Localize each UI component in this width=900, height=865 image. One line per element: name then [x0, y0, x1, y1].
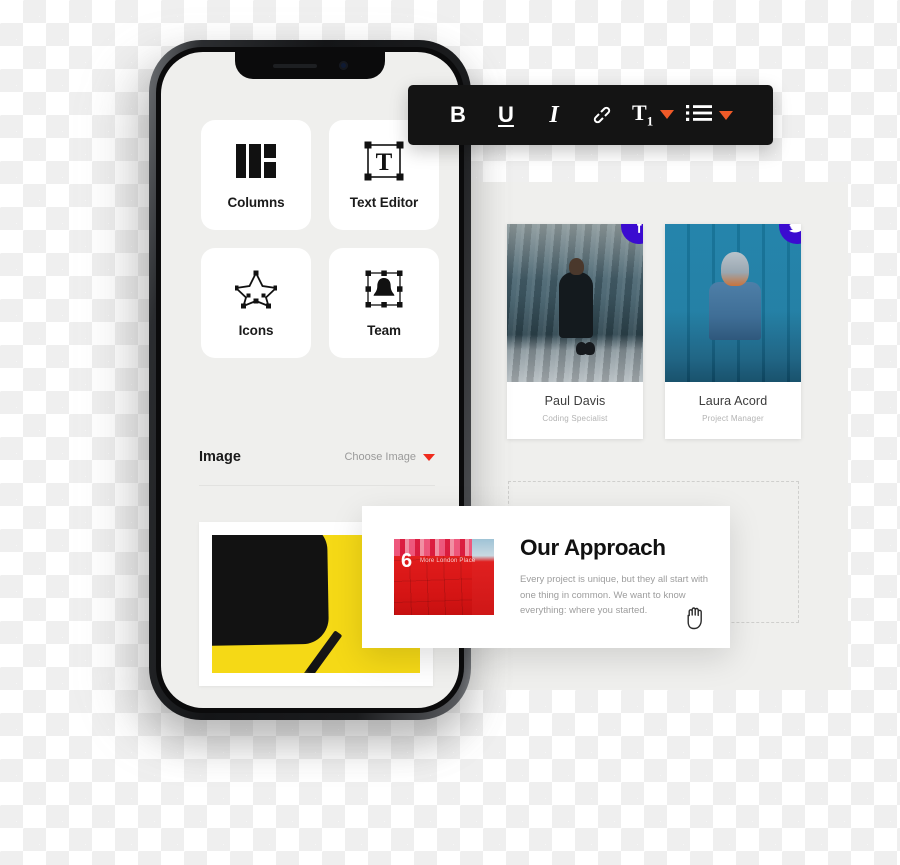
link-icon[interactable] — [578, 93, 626, 137]
block-card-team[interactable]: Team — [329, 248, 439, 358]
team-person-icon — [363, 268, 405, 310]
thumbnail-caption: More London Place — [420, 558, 476, 564]
team-member-meta: Laura Acord Project Manager — [665, 382, 801, 439]
choose-image-label: Choose Image — [344, 451, 416, 463]
list-style-dropdown[interactable] — [680, 103, 739, 128]
front-camera-icon — [338, 61, 348, 70]
tablet-shape — [212, 535, 330, 647]
canvas-stage: Paul Davis Coding Specialist Laura Acord… — [0, 0, 900, 865]
bold-button[interactable]: B — [434, 93, 482, 137]
phone-notch — [235, 52, 385, 79]
team-member-role: Project Manager — [702, 414, 764, 423]
choose-image-dropdown[interactable]: Choose Image — [344, 451, 435, 463]
heading-level-icon: T1 — [632, 100, 654, 129]
thumbnail-right-strip — [472, 539, 494, 615]
team-member-card[interactable]: Paul Davis Coding Specialist — [507, 224, 643, 439]
section-divider — [199, 485, 435, 486]
block-card-columns[interactable]: Columns — [201, 120, 311, 230]
block-card-label: Icons — [238, 323, 274, 338]
speaker-grille-icon — [272, 63, 317, 68]
approach-title: Our Approach — [520, 535, 666, 561]
text-editor-icon: T — [363, 140, 405, 182]
heading-style-dropdown[interactable]: T1 — [626, 100, 680, 129]
thumbnail-number: 6 — [401, 550, 413, 572]
block-card-label: Text Editor — [349, 195, 419, 210]
svg-text:T: T — [376, 149, 393, 176]
grab-hand-cursor-icon — [685, 606, 706, 636]
approach-thumbnail: 6 More London Place — [394, 539, 494, 615]
team-member-photo — [665, 224, 801, 382]
star-icon — [235, 268, 277, 310]
chevron-down-icon — [719, 110, 734, 120]
our-approach-card[interactable]: 6 More London Place Our Approach Every p… — [362, 506, 730, 648]
twitter-icon[interactable] — [779, 224, 801, 244]
facebook-icon[interactable] — [621, 224, 643, 244]
team-member-name: Laura Acord — [698, 394, 768, 408]
text-formatting-toolbar: B U I T1 — [408, 85, 773, 145]
approach-description: Every project is unique, but they all st… — [520, 574, 708, 617]
image-settings-section: Image Choose Image — [199, 449, 435, 486]
team-member-role: Coding Specialist — [542, 414, 608, 423]
image-settings-row: Image Choose Image — [199, 449, 435, 465]
team-member-name: Paul Davis — [544, 394, 606, 408]
columns-layout-icon — [235, 140, 277, 182]
builder-blocks-grid: Columns T Text Editor Icons Team — [201, 120, 439, 358]
block-card-label: Team — [367, 323, 401, 338]
bulleted-list-icon — [686, 103, 713, 128]
team-member-meta: Paul Davis Coding Specialist — [507, 382, 643, 439]
image-section-label: Image — [199, 449, 241, 465]
italic-button[interactable]: I — [530, 93, 578, 137]
chevron-down-icon — [660, 110, 675, 120]
chevron-down-icon — [423, 453, 435, 461]
team-member-photo — [507, 224, 643, 382]
block-card-icons[interactable]: Icons — [201, 248, 311, 358]
team-member-card[interactable]: Laura Acord Project Manager — [665, 224, 801, 439]
underline-button[interactable]: U — [482, 93, 530, 137]
block-card-label: Columns — [227, 195, 285, 210]
